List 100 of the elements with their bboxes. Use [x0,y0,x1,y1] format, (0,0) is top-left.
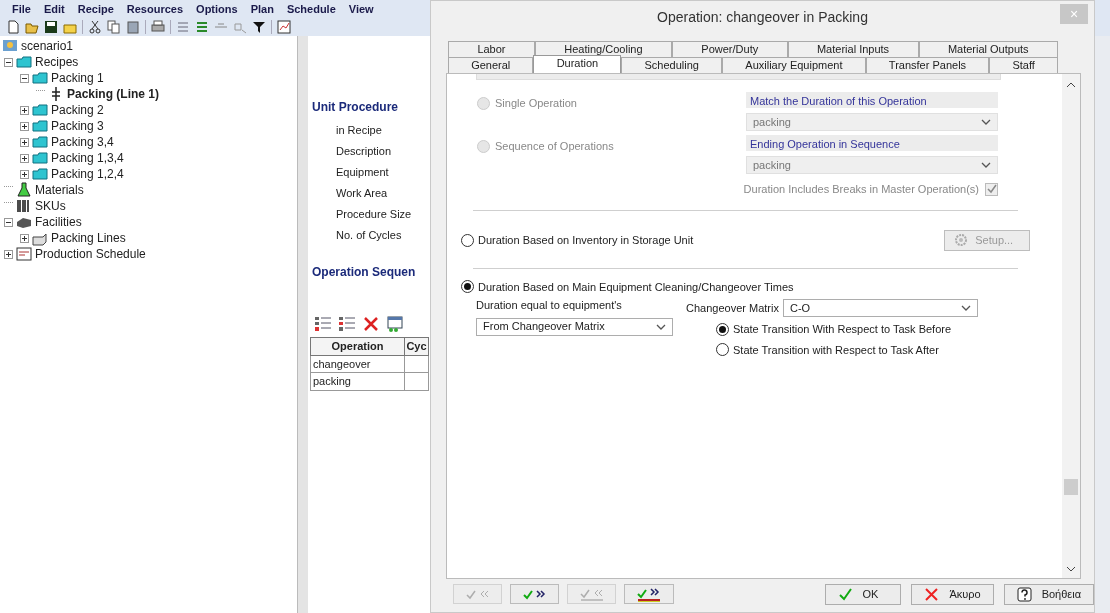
scenario-icon [2,38,18,54]
paste-icon[interactable] [126,20,140,34]
tab[interactable]: Transfer Panels [865,57,990,73]
collapse-icon[interactable] [4,217,13,227]
scroll-up-icon[interactable] [1066,82,1076,88]
menu-item[interactable]: View [348,0,374,18]
tree-item[interactable]: Facilities [35,213,82,231]
dialog-button[interactable]: Άκυρο [911,583,994,605]
menu-item[interactable]: File [12,0,31,18]
window-icon[interactable] [386,315,404,333]
table-cell[interactable]: packing [310,372,405,390]
list-icon[interactable] [195,20,209,34]
caret-icon [960,305,971,311]
save-icon[interactable] [44,20,58,34]
tree-item[interactable]: scenario1 [21,37,74,55]
flask-icon [16,182,32,198]
menu-item[interactable]: Schedule [286,0,336,18]
tab[interactable]: Power/Duty [671,41,788,57]
help-icon [1016,586,1032,602]
folder-icon [32,134,48,150]
nav-button[interactable] [624,584,674,604]
tab[interactable]: General [448,57,534,73]
radio-button[interactable] [716,322,729,336]
field-label: Duration equal to equipment's [476,298,623,313]
tab[interactable]: Labor [448,41,535,57]
tree-item[interactable]: Materials [35,181,84,199]
expand-icon[interactable] [20,153,29,163]
scrollbar-thumb[interactable] [1064,479,1078,495]
radio-label: Sequence of Operations [495,139,614,154]
tab[interactable]: Auxiliary Equipment [722,57,866,73]
expand-icon[interactable] [20,169,29,179]
radio-label: Duration Based on Main Equipment Cleaning/Changeover Times [478,279,794,295]
tab[interactable]: Duration [533,55,622,73]
tab[interactable]: Material Outputs [918,41,1058,57]
tree-item[interactable]: Packing 1,2,4 [51,165,124,183]
copy-icon[interactable] [107,20,121,34]
radio-label: State Transition With Respect to Task Before [733,322,952,337]
folder-icon [32,166,48,182]
caret-icon [981,119,991,125]
radio-button[interactable] [461,280,474,294]
dialog-button[interactable]: Βοήθεια [1003,583,1095,605]
section-title: Operation Sequen [312,264,417,281]
radio-button[interactable] [716,343,729,357]
menu-item[interactable]: Recipe [77,0,114,18]
add-list-icon[interactable] [314,315,332,333]
checkbox-label: Duration Includes Breaks in Master Operation(s) [743,182,979,197]
window-title: Operation: changeover in Packing [657,7,868,27]
collapse-icon[interactable] [4,57,13,67]
menu-item[interactable]: Resources [126,0,184,18]
tab[interactable]: Heating/Cooling [534,41,672,57]
radio-button[interactable] [461,233,474,247]
dropdown[interactable]: From Changeover Matrix [476,317,673,336]
menu-item[interactable]: Options [196,0,238,18]
insert-list-icon[interactable] [338,315,356,333]
caret-icon [981,162,991,168]
menu-item[interactable]: Edit [43,0,65,18]
delete-icon[interactable] [362,315,380,333]
table-cell[interactable] [404,355,429,373]
tree-item[interactable]: Packing 3,4 [51,133,114,151]
scroll-down-icon[interactable] [1066,566,1076,572]
expand-icon[interactable] [4,249,13,259]
tab[interactable]: Material Inputs [787,41,919,57]
caret-icon [656,323,666,330]
tree-item[interactable]: Packing 3 [51,117,104,135]
scrollbar[interactable] [1062,74,1080,578]
expand-icon[interactable] [20,121,29,131]
tree-item[interactable]: Packing 2 [51,101,104,119]
table-cell[interactable]: changeover [310,355,405,373]
tree-item[interactable]: Packing 1,3,4 [51,149,124,167]
filter-icon[interactable] [252,20,266,34]
field-label: Equipment [336,165,390,178]
nav-button[interactable] [510,584,560,604]
cut-icon[interactable] [88,20,102,34]
open-folder-icon[interactable] [25,20,39,34]
menu-item[interactable]: Plan [250,0,274,18]
collapse-icon[interactable] [20,73,29,83]
tree-item[interactable]: SKUs [35,197,66,215]
expand-icon[interactable] [20,105,29,115]
tree-item[interactable]: Recipes [35,53,79,71]
dropdown[interactable]: C-O [782,299,978,317]
expand-icon[interactable] [20,137,29,147]
setup-button: Setup... [944,229,1031,251]
radio-label: State Transition with Respect to Task After [733,342,939,358]
field-label: No. of Cycles [336,228,403,241]
tree-item[interactable]: Packing Lines [51,229,126,247]
tree-item[interactable]: Production Schedule [35,245,146,263]
tree-item[interactable]: Packing 1 [51,69,104,87]
field-label: Work Area [336,186,389,199]
tab[interactable]: Staff [989,57,1059,73]
chart-icon[interactable] [277,20,291,34]
table-cell[interactable] [404,372,429,390]
tab[interactable]: Scheduling [621,57,723,73]
tree-item[interactable]: Packing (Line 1) [67,85,160,103]
print-icon[interactable] [151,20,165,34]
expand-icon[interactable] [20,233,29,243]
folder-icon [32,118,48,134]
field-heading: Ending Operation in Sequence [746,135,998,151]
field-label: Changeover Matrix [686,300,779,316]
dialog-button[interactable]: OK [824,583,902,605]
new-file-icon[interactable] [6,20,20,34]
